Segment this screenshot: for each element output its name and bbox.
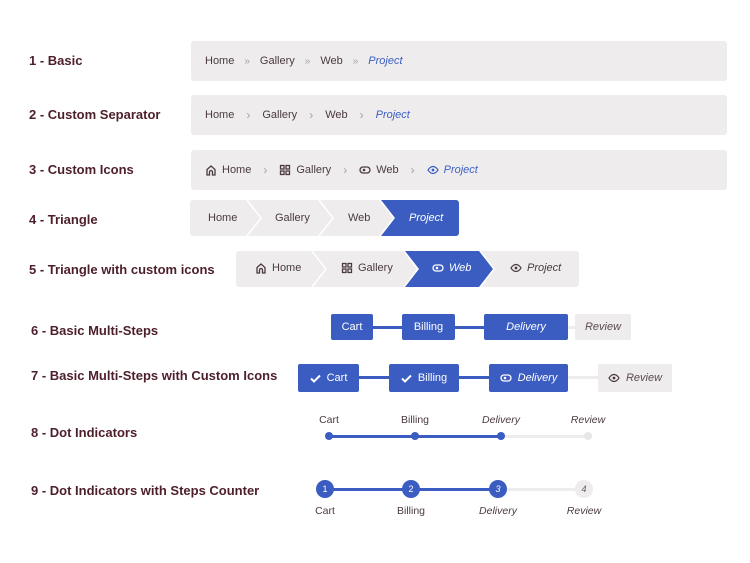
- home-icon: [206, 165, 216, 176]
- step-counter-4[interactable]: 4: [575, 480, 593, 498]
- separator: »: [352, 55, 359, 67]
- section-label-dot-indicators: 8 - Dot Indicators: [31, 425, 138, 440]
- step-billing[interactable]: Billing: [402, 314, 455, 340]
- breadcrumb-custom-icons: Home › Gallery › Web › Project: [191, 150, 727, 190]
- step-counter-1[interactable]: 1: [316, 480, 334, 498]
- dot-connector: [498, 488, 584, 491]
- chevron-right-icon: ›: [246, 108, 251, 122]
- chevron-right-icon: ›: [309, 108, 314, 122]
- step-label: Cart: [326, 372, 348, 384]
- step-delivery[interactable]: Delivery: [484, 314, 568, 340]
- step-label: Delivery: [517, 372, 558, 384]
- crumb-gallery[interactable]: Gallery: [260, 55, 295, 67]
- chevron-right-icon: ›: [359, 108, 364, 122]
- breadcrumb-triangle-icons: [236, 251, 579, 287]
- step-cart[interactable]: Cart: [331, 314, 373, 340]
- step-counter-3[interactable]: 3: [489, 480, 507, 498]
- dot-delivery[interactable]: [497, 432, 505, 440]
- counter-label-delivery: Delivery: [479, 505, 517, 517]
- dot-review[interactable]: [584, 432, 592, 440]
- chevron-right-icon: ›: [263, 163, 268, 177]
- crumb-project[interactable]: Project: [426, 164, 478, 176]
- dot-cart[interactable]: [325, 432, 333, 440]
- eye-icon: [608, 373, 620, 383]
- eye-icon: [426, 165, 439, 175]
- crumb-home[interactable]: Home: [205, 109, 234, 121]
- check-icon: [309, 374, 321, 383]
- step-review[interactable]: Review: [575, 314, 631, 340]
- step-connector: [458, 376, 490, 379]
- step-connector: [372, 326, 403, 329]
- section-label-multi-steps-icons: 7 - Basic Multi-Steps with Custom Icons: [31, 368, 278, 383]
- check-icon: [401, 374, 412, 383]
- crumb-home[interactable]: Home: [205, 164, 251, 176]
- counter-label-review: Review: [566, 505, 602, 517]
- breadcrumb-triangle: [190, 200, 459, 236]
- crumb-home[interactable]: Home: [205, 55, 234, 67]
- breadcrumb-basic: Home » Gallery » Web » Project: [191, 41, 727, 81]
- dot-label-review: Review: [570, 414, 606, 426]
- step-delivery[interactable]: Delivery: [489, 364, 568, 392]
- step-review[interactable]: Review: [598, 364, 672, 392]
- crumb-gallery[interactable]: Gallery: [262, 109, 297, 121]
- dot-billing[interactable]: [411, 432, 419, 440]
- crumb-web[interactable]: Web: [320, 55, 342, 67]
- toggle-icon: [359, 166, 371, 174]
- grid-icon: [280, 164, 291, 176]
- section-label-triangle: 4 - Triangle: [29, 212, 98, 227]
- dot-connector: [501, 435, 588, 438]
- step-label: Billing: [417, 372, 448, 384]
- breadcrumb-custom-separator: Home › Gallery › Web › Project: [191, 95, 727, 135]
- separator: »: [244, 55, 250, 67]
- triangle-segment-web[interactable]: [405, 251, 493, 287]
- crumb-label: Gallery: [296, 164, 332, 176]
- crumb-gallery[interactable]: Gallery: [279, 164, 331, 176]
- step-label: Review: [625, 372, 663, 384]
- crumb-web[interactable]: Web: [325, 109, 347, 121]
- section-label-dot-counter: 9 - Dot Indicators with Steps Counter: [31, 483, 260, 498]
- section-label-multi-steps: 6 - Basic Multi-Steps: [31, 323, 159, 338]
- triangle-segment-gallery[interactable]: [248, 200, 332, 236]
- triangle-segment-home[interactable]: [236, 251, 325, 287]
- dot-label-cart: Cart: [319, 414, 339, 426]
- triangle-segment-gallery[interactable]: [313, 251, 417, 287]
- section-label-custom-icons: 3 - Custom Icons: [29, 162, 134, 177]
- step-connector: [567, 376, 599, 379]
- crumb-project[interactable]: Project: [368, 55, 402, 67]
- chevron-right-icon: ›: [343, 163, 348, 177]
- section-label-basic: 1 - Basic: [29, 53, 83, 68]
- crumb-web[interactable]: Web: [359, 164, 399, 176]
- crumb-label: Project: [443, 164, 478, 176]
- counter-label-cart: Cart: [315, 505, 335, 517]
- dot-label-delivery: Delivery: [482, 414, 520, 426]
- step-cart[interactable]: Cart: [298, 364, 359, 392]
- triangle-segment-project[interactable]: [481, 251, 579, 287]
- chevron-right-icon: ›: [410, 163, 415, 177]
- step-billing[interactable]: Billing: [389, 364, 459, 392]
- step-connector: [358, 376, 390, 379]
- separator: »: [304, 55, 311, 67]
- section-label-triangle-icons: 5 - Triangle with custom icons: [29, 262, 215, 277]
- step-counter-2[interactable]: 2: [402, 480, 420, 498]
- section-label-custom-separator: 2 - Custom Separator: [29, 107, 161, 122]
- dot-label-billing: Billing: [400, 414, 430, 426]
- triangle-segment-home[interactable]: [190, 200, 260, 236]
- counter-label-billing: Billing: [396, 505, 426, 517]
- step-connector: [454, 326, 485, 329]
- toggle-icon: [499, 374, 512, 382]
- crumb-label: Home: [222, 164, 252, 176]
- crumb-project[interactable]: Project: [376, 109, 410, 121]
- crumb-label: Web: [376, 164, 399, 176]
